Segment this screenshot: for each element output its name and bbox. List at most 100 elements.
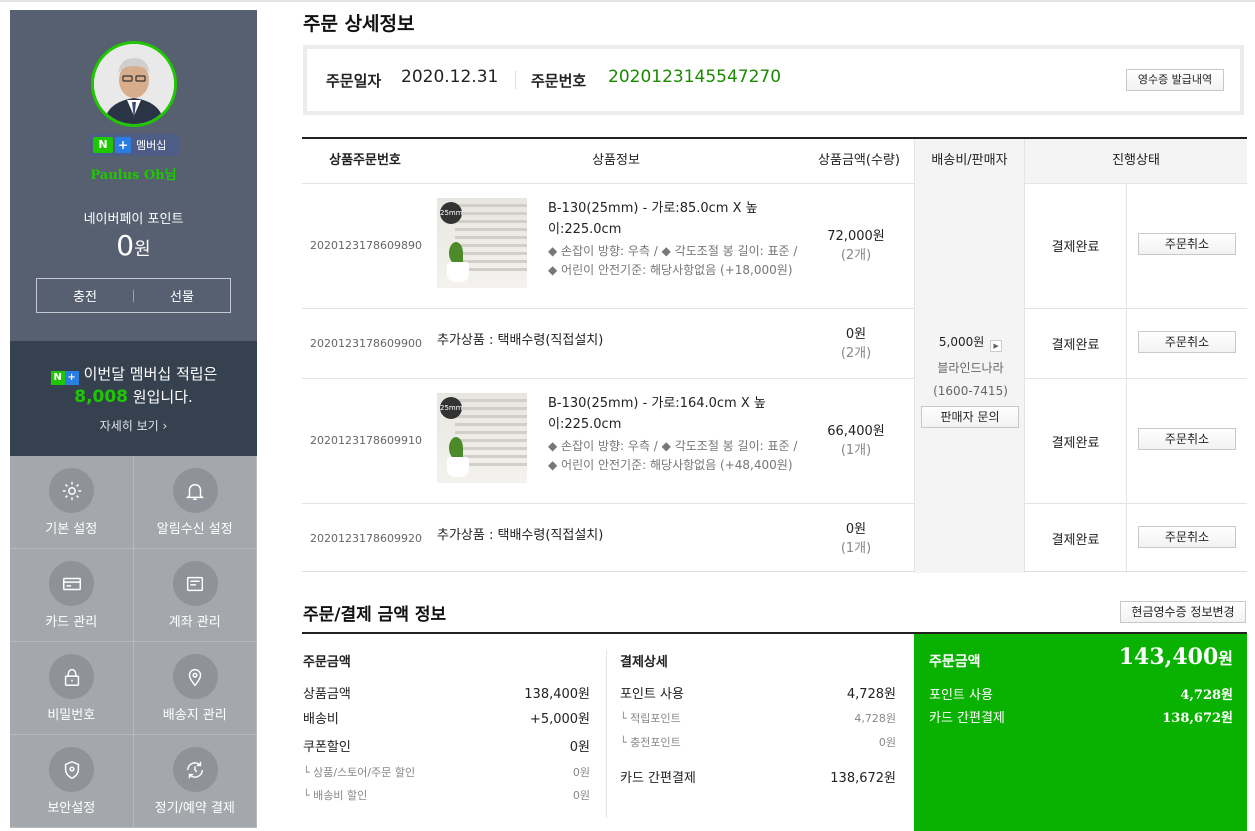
gear-icon: [49, 468, 94, 513]
card-payment-value: 138,672원: [830, 771, 896, 786]
payment-info: 주문금액 상품금액 138,400원 배송비 +5,000원 쿠폰할인 0원 └…: [302, 632, 1247, 831]
store-discount-value: 0원: [572, 766, 590, 779]
header-status: 진행상태: [1025, 139, 1247, 183]
status-text: 결제완료: [1051, 338, 1100, 353]
gift-button[interactable]: 선물: [134, 286, 230, 305]
naver-plus-icon: N +: [50, 366, 80, 385]
plus-icon: +: [115, 137, 131, 153]
earned-point-value: 4,728원: [854, 712, 896, 725]
coupon-discount-value: 0원: [569, 740, 590, 755]
membership-label: 멤버십: [136, 139, 167, 152]
avatar[interactable]: [91, 41, 177, 127]
avatar-image: [94, 44, 174, 124]
card-payment-label: 카드 간편결제: [620, 771, 696, 786]
size-badge: 25mm: [440, 397, 463, 419]
cancel-order-button[interactable]: 주문취소: [1138, 233, 1236, 255]
size-badge: 25mm: [440, 202, 463, 224]
seller-name[interactable]: 블라인드나라: [915, 359, 1026, 376]
menu-card-management[interactable]: 카드 관리: [10, 549, 134, 642]
settings-menu: 기본 설정 알림수신 설정 카드 관리 계좌 관리 비밀번호 배송지 관리 보안…: [10, 456, 257, 828]
header-shipping-seller: 배송비/판매자: [914, 139, 1025, 183]
summary-card-value: 138,672원: [1162, 711, 1233, 726]
order-item-no: 2020123178609910: [310, 434, 422, 447]
divider: [515, 71, 516, 89]
header-product-info: 상품정보: [428, 139, 804, 183]
menu-account-management[interactable]: 계좌 관리: [133, 549, 257, 642]
receipt-history-button[interactable]: 영수증 발급내역: [1126, 69, 1224, 91]
table-row: 2020123178609900 추가상품 : 택배수령(직접설치) 0원 (2개…: [302, 308, 914, 378]
product-title[interactable]: B-130(25mm) - 가로:85.0cm X 높이:225.0cm: [548, 198, 793, 240]
shield-icon: [49, 747, 94, 792]
recurring-icon: [172, 747, 218, 792]
order-date: 2020.12.31: [401, 67, 499, 87]
summary-card-label: 카드 간편결제: [929, 711, 1005, 726]
product-amount: 66,400원 (1개): [827, 424, 885, 458]
order-item-no: 2020123178609900: [310, 337, 422, 350]
status-cell: 결제완료 주문취소: [1025, 378, 1247, 503]
membership-badge: N + 멤버십: [89, 134, 179, 156]
product-options: ◆ 손잡이 방향: 우측 / ◆ 각도조절 봉 길이: 표준 / ◆ 어린이 안…: [548, 244, 798, 277]
shipping-discount-label: └ 배송비 할인: [303, 789, 368, 802]
payment-section-title: 주문/결제 금액 정보: [303, 605, 447, 625]
menu-recurring-payment[interactable]: 정기/예약 결제: [133, 735, 257, 828]
shipping-detail-arrow-icon[interactable]: ▶: [990, 340, 1003, 352]
cancel-order-button[interactable]: 주문취소: [1138, 526, 1236, 548]
status-cell: 결제완료 주문취소: [1025, 183, 1247, 308]
table-row: 2020123178609890 25mm B-130(25mm) - 가로:8…: [302, 183, 914, 308]
sidebar: N + 멤버십 Paulus Oh님 네이버페이 포인트 0원 충전 선물 N +…: [10, 10, 257, 828]
point-use-label: 포인트 사용: [620, 687, 684, 702]
product-thumbnail[interactable]: 25mm: [437, 393, 527, 483]
product-amount-label: 상품금액: [303, 687, 351, 702]
charged-point-value: 0원: [878, 736, 896, 749]
status-cell: 결제완료 주문취소: [1025, 503, 1247, 573]
product-options: ◆ 손잡이 방향: 우측 / ◆ 각도조절 봉 길이: 표준 / ◆ 어린이 안…: [548, 439, 798, 472]
cash-receipt-change-button[interactable]: 현금영수증 정보변경: [1120, 601, 1246, 623]
status-text: 결제완료: [1051, 533, 1100, 548]
cancel-order-button[interactable]: 주문취소: [1138, 331, 1236, 353]
product-thumbnail[interactable]: 25mm: [437, 198, 527, 288]
charged-point-label: └ 충전포인트: [620, 736, 681, 749]
header-order-item-no: 상품주문번호: [302, 139, 428, 183]
order-item-no: 2020123178609890: [310, 239, 422, 252]
shipping-fee-label: 배송비: [303, 712, 339, 727]
shipping-fee-value: +5,000원: [529, 712, 590, 727]
membership-more-link[interactable]: 자세히 보기 ›: [10, 417, 257, 434]
seller-inquiry-button[interactable]: 판매자 문의: [921, 406, 1019, 428]
payment-detail-heading: 결제상세: [620, 655, 668, 670]
lock-icon: [49, 654, 94, 699]
order-number: 2020123145547270: [608, 67, 782, 87]
menu-address-management[interactable]: 배송지 관리: [133, 642, 257, 735]
membership-summary: N + 이번달 멤버십 적립은 8,008 원입니다. 자세히 보기 ›: [10, 341, 257, 456]
shipping-seller-cell: 5,000원 ▶ 블라인드나라 (1600-7415) 판매자 문의: [914, 183, 1025, 573]
additional-product: 추가상품 : 택배수령(직접설치): [437, 528, 604, 543]
points-value: 0원: [116, 229, 151, 262]
points-label: 네이버페이 포인트: [83, 212, 184, 227]
product-amount: 72,000원 (2개): [827, 229, 885, 263]
product-amount: 0원 (2개): [840, 327, 872, 361]
cancel-order-button[interactable]: 주문취소: [1138, 428, 1236, 450]
table-row: 2020123178609920 추가상품 : 택배수령(직접설치) 0원 (1개…: [302, 503, 914, 573]
location-icon: [172, 654, 218, 699]
status-text: 결제완료: [1051, 240, 1100, 255]
summary-point-value: 4,728원: [1180, 688, 1233, 703]
header-price-qty: 상품금액(수량): [804, 139, 914, 183]
point-use-value: 4,728원: [846, 687, 896, 702]
menu-notification-settings[interactable]: 알림수신 설정: [133, 456, 257, 549]
seller-phone: (1600-7415): [933, 384, 1008, 398]
product-title[interactable]: B-130(25mm) - 가로:164.0cm X 높이:225.0cm: [548, 393, 793, 435]
membership-amount: 8,008 원입니다.: [74, 387, 193, 407]
menu-basic-settings[interactable]: 기본 설정: [10, 456, 134, 549]
payment-summary-panel: 주문금액 143,400원 포인트 사용 4,728원 카드 간편결제 138,…: [914, 634, 1247, 831]
order-no-label: 주문번호: [531, 72, 587, 90]
account-icon: [172, 561, 218, 606]
menu-password[interactable]: 비밀번호: [10, 642, 134, 735]
table-row: 2020123178609910 25mm B-130(25mm) - 가로:1…: [302, 378, 914, 503]
menu-security-settings[interactable]: 보안설정: [10, 735, 134, 828]
status-cell: 결제완료 주문취소: [1025, 308, 1247, 378]
divider: [606, 650, 607, 818]
bell-icon: [172, 468, 218, 513]
shipping-discount-value: 0원: [572, 789, 590, 802]
charge-button[interactable]: 충전: [37, 286, 133, 305]
store-discount-label: └ 상품/스토어/주문 할인: [303, 766, 416, 779]
order-date-label: 주문일자: [326, 72, 382, 90]
